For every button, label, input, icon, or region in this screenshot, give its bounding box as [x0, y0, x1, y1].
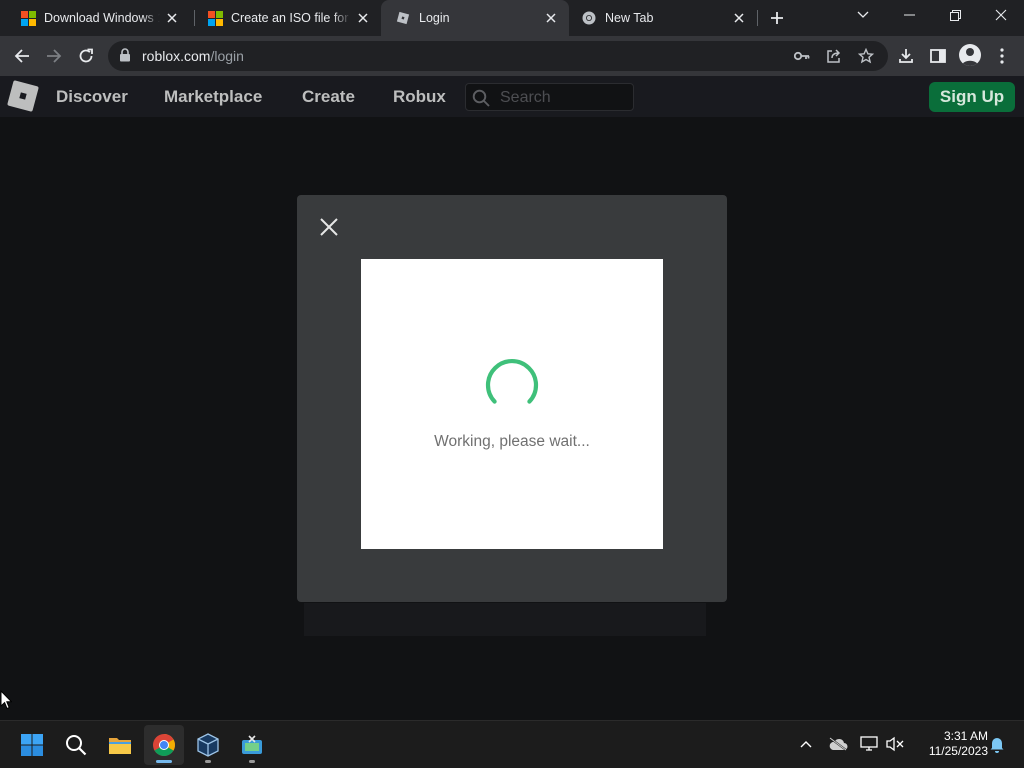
roblox-page: Discover Marketplace Create Robux Search… — [0, 76, 1024, 720]
network-tray-icon[interactable] — [858, 733, 880, 755]
tab-create-iso[interactable]: Create an ISO file for Windows — [194, 0, 381, 36]
sign-up-button[interactable]: Sign Up — [929, 82, 1015, 112]
back-button[interactable] — [8, 42, 36, 70]
new-tab-button[interactable] — [764, 5, 790, 31]
search-icon — [472, 89, 490, 112]
arrow-right-icon — [47, 49, 62, 63]
taskbar-virtualbox[interactable] — [188, 725, 228, 765]
loading-spinner-icon — [485, 358, 539, 404]
nav-link-create[interactable]: Create — [302, 87, 355, 107]
chrome-icon — [581, 10, 597, 26]
running-indicator — [249, 760, 255, 763]
virtualbox-icon — [197, 733, 219, 757]
browser-toolbar: roblox.com/login — [0, 36, 1024, 76]
download-icon — [899, 49, 913, 63]
chevron-down-icon — [857, 11, 869, 18]
onedrive-tray-icon[interactable] — [827, 733, 849, 755]
screen: Download Windows 10 Create an ISO file f… — [0, 0, 1024, 768]
side-panel-button[interactable] — [924, 42, 952, 70]
close-icon — [995, 9, 1007, 21]
bookmark-star-icon[interactable] — [854, 45, 878, 67]
chevron-up-icon — [800, 741, 812, 748]
clock-date: 11/25/2023 — [928, 744, 988, 758]
start-icon — [21, 734, 43, 756]
close-icon — [320, 218, 338, 236]
start-button[interactable] — [12, 725, 52, 765]
minimize-icon — [903, 14, 915, 16]
close-modal-button[interactable] — [317, 215, 341, 239]
taskbar-search-button[interactable] — [56, 725, 96, 765]
url-path: /login — [210, 48, 244, 64]
tab-title: Create an ISO file for Windows — [231, 11, 351, 25]
url-text: roblox.com/login — [142, 48, 244, 64]
windows-taskbar: 3:31 AM 11/25/2023 — [0, 720, 1024, 768]
close-window-button[interactable] — [978, 0, 1024, 30]
downloads-button[interactable] — [892, 42, 920, 70]
verification-frame: Working, please wait... — [361, 259, 663, 549]
address-bar[interactable]: roblox.com/login — [108, 41, 888, 71]
nav-link-discover[interactable]: Discover — [56, 87, 128, 107]
url-domain: roblox.com — [142, 48, 211, 64]
close-tab-icon[interactable] — [539, 6, 563, 30]
chrome-icon — [153, 734, 175, 756]
share-icon[interactable] — [822, 45, 846, 67]
more-vertical-icon — [1000, 48, 1004, 64]
snipping-tool-icon — [242, 735, 262, 754]
show-hidden-icons-button[interactable] — [795, 733, 817, 755]
tab-title: Download Windows 10 — [44, 11, 160, 25]
running-indicator — [205, 760, 211, 763]
nav-link-marketplace[interactable]: Marketplace — [164, 87, 262, 107]
arrow-left-icon — [14, 49, 29, 63]
loading-message: Working, please wait... — [434, 433, 590, 450]
tab-login[interactable]: Login — [381, 0, 569, 36]
file-explorer-icon — [109, 738, 131, 754]
close-tab-icon[interactable] — [351, 6, 375, 30]
tab-new-tab[interactable]: New Tab — [569, 0, 757, 36]
tab-download-windows[interactable]: Download Windows 10 — [0, 0, 190, 36]
notification-bell-icon[interactable] — [986, 733, 1008, 755]
lock-icon[interactable] — [119, 48, 131, 67]
roblox-navbar: Discover Marketplace Create Robux Search… — [0, 76, 1024, 117]
roblox-logo-icon[interactable] — [7, 80, 39, 112]
nav-link-robux[interactable]: Robux — [393, 87, 446, 107]
browser-tab-strip: Download Windows 10 Create an ISO file f… — [0, 0, 1024, 36]
minimize-button[interactable] — [886, 0, 932, 30]
taskbar-chrome[interactable] — [144, 725, 184, 765]
plus-icon — [771, 12, 783, 24]
chrome-menu-button[interactable] — [988, 42, 1016, 70]
search-placeholder: Search — [500, 89, 551, 106]
side-panel-icon — [930, 49, 946, 63]
restore-button[interactable] — [932, 0, 978, 30]
close-tab-icon[interactable] — [727, 6, 751, 30]
microsoft-icon — [20, 10, 36, 26]
profile-avatar-icon[interactable] — [959, 44, 981, 66]
tab-title: Login — [419, 11, 450, 25]
active-indicator — [156, 760, 172, 763]
roblox-icon — [395, 10, 411, 26]
taskbar-snipping-tool[interactable] — [232, 725, 272, 765]
taskbar-file-explorer[interactable] — [100, 725, 140, 765]
taskbar-clock[interactable]: 3:31 AM 11/25/2023 — [912, 729, 988, 759]
mouse-cursor-icon — [0, 690, 12, 710]
reload-icon — [79, 48, 93, 63]
clock-time: 3:31 AM — [943, 729, 988, 743]
key-icon[interactable] — [790, 45, 814, 67]
search-input[interactable]: Search — [465, 83, 634, 111]
microsoft-icon — [207, 10, 223, 26]
restore-icon — [949, 9, 961, 21]
login-challenge-modal: Working, please wait... — [297, 195, 727, 602]
tab-title: New Tab — [605, 11, 654, 25]
forward-button[interactable] — [40, 42, 68, 70]
volume-muted-tray-icon[interactable] — [884, 733, 906, 755]
reload-button[interactable] — [72, 42, 100, 70]
search-icon — [66, 735, 87, 756]
tab-divider — [757, 10, 758, 26]
tab-search-button[interactable] — [840, 0, 886, 30]
modal-shadow — [304, 603, 706, 636]
close-tab-icon[interactable] — [160, 6, 184, 30]
